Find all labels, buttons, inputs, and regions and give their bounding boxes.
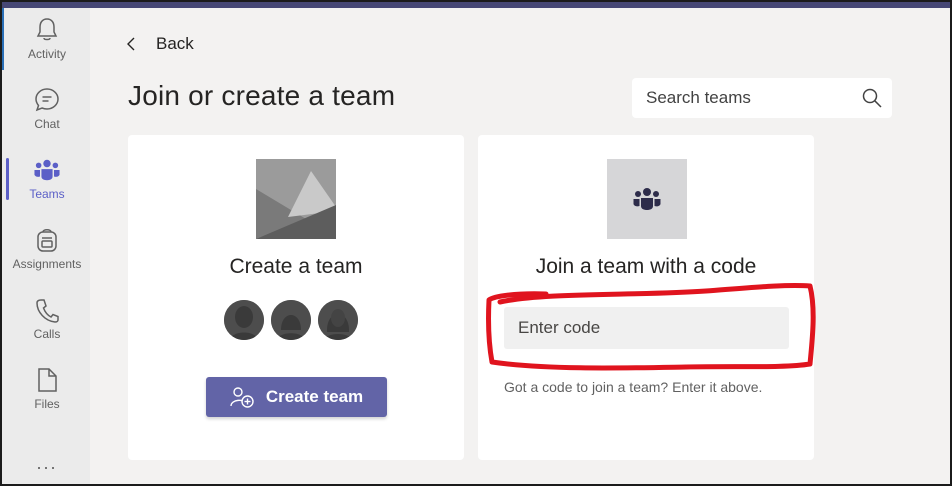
avatar bbox=[224, 300, 264, 340]
avatar-group bbox=[224, 300, 358, 340]
rail-item-teams[interactable]: Teams bbox=[4, 148, 90, 210]
search-icon[interactable] bbox=[862, 88, 882, 108]
chevron-left-icon bbox=[126, 34, 140, 54]
create-team-card[interactable]: Create a team Create team bbox=[128, 135, 464, 460]
avatar bbox=[318, 300, 358, 340]
join-team-title: Join a team with a code bbox=[535, 255, 757, 278]
rail-item-label: Calls bbox=[33, 327, 61, 341]
back-label: Back bbox=[156, 34, 194, 53]
back-button[interactable]: Back bbox=[126, 34, 194, 54]
file-icon bbox=[34, 367, 60, 393]
add-people-icon bbox=[230, 386, 254, 408]
rail-item-label: Activity bbox=[27, 47, 66, 61]
rail-item-assignments[interactable]: Assignments bbox=[4, 218, 90, 280]
create-team-title: Create a team bbox=[229, 255, 363, 278]
create-team-button[interactable]: Create team bbox=[206, 377, 387, 417]
teams-icon bbox=[633, 188, 661, 210]
create-team-button-label: Create team bbox=[265, 387, 364, 406]
more-apps-button[interactable]: ... bbox=[4, 450, 90, 476]
top-bar bbox=[0, 0, 952, 8]
search-placeholder: Search teams bbox=[646, 88, 751, 107]
avatar bbox=[271, 300, 311, 340]
team-code-input[interactable] bbox=[504, 307, 789, 349]
rail-item-label: Chat bbox=[34, 117, 60, 131]
rail-item-label: Files bbox=[34, 397, 60, 411]
join-hint-text: Got a code to join a team? Enter it abov… bbox=[504, 379, 763, 395]
join-team-image bbox=[607, 159, 687, 239]
phone-icon bbox=[34, 297, 60, 323]
backpack-icon bbox=[34, 227, 60, 253]
teams-icon bbox=[34, 157, 60, 183]
page-title: Join or create a team bbox=[128, 80, 396, 111]
rail-item-calls[interactable]: Calls bbox=[4, 288, 90, 350]
bell-icon bbox=[34, 17, 60, 43]
search-input[interactable]: Search teams bbox=[632, 78, 892, 118]
rail-item-label: Teams bbox=[29, 187, 65, 201]
rail-item-files[interactable]: Files bbox=[4, 358, 90, 420]
rail-item-chat[interactable]: Chat bbox=[4, 78, 90, 140]
join-team-card: Join a team with a code Got a code to jo… bbox=[478, 135, 814, 460]
rail-item-activity[interactable]: Activity bbox=[4, 8, 90, 70]
rail-item-label: Assignments bbox=[12, 257, 82, 271]
chat-icon bbox=[34, 87, 60, 113]
team-image-placeholder bbox=[256, 159, 336, 239]
